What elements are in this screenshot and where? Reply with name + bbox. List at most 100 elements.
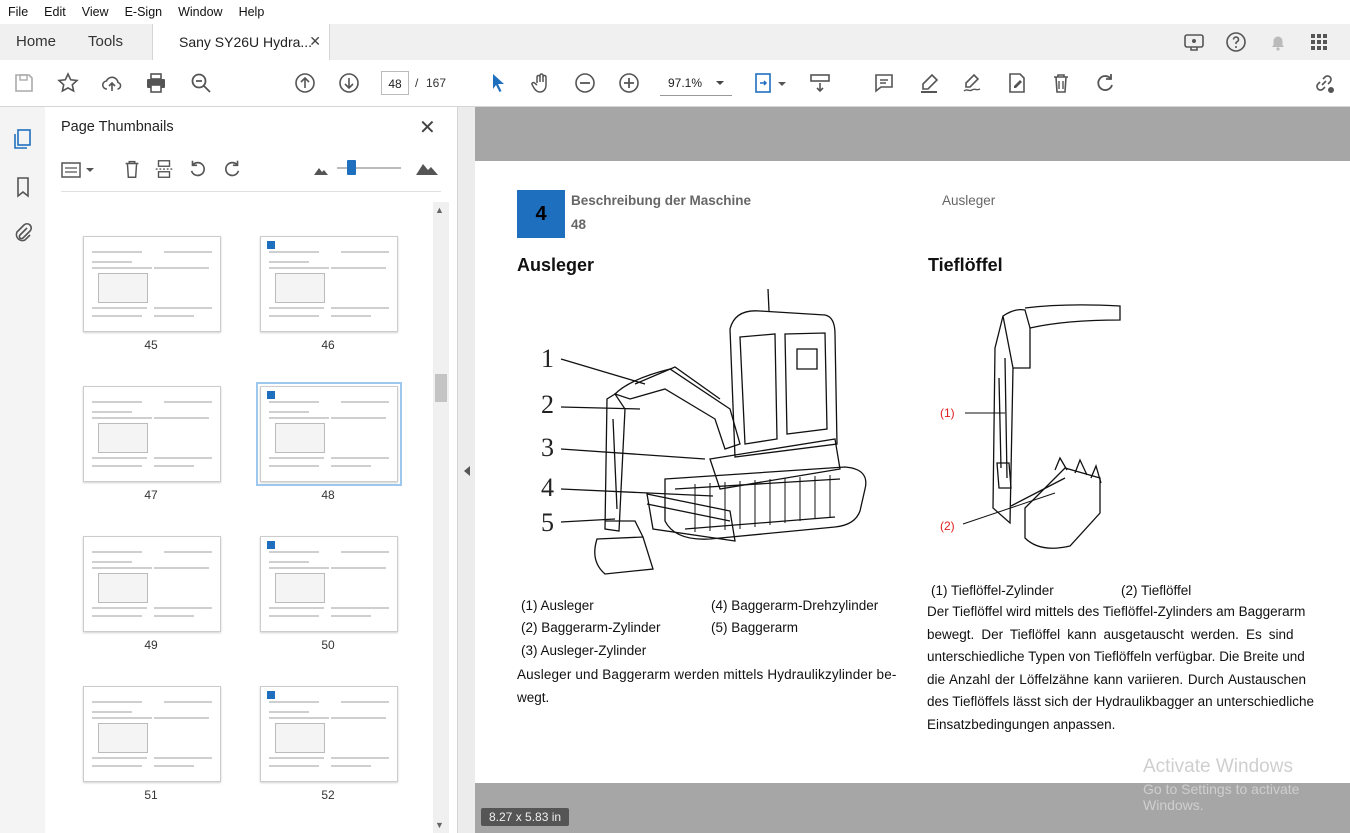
bookmarks-icon[interactable] — [11, 175, 35, 199]
apps-grid-icon[interactable] — [1307, 30, 1331, 54]
hand-tool-icon[interactable] — [529, 71, 553, 95]
thumbnail-text-line — [154, 307, 212, 309]
menu-edit[interactable]: Edit — [36, 5, 74, 19]
print-icon[interactable] — [144, 71, 168, 95]
thumbnail-text-line — [269, 701, 319, 703]
comment-icon[interactable] — [872, 71, 896, 95]
caption-ausleger: (1) Ausleger — [521, 598, 594, 613]
fit-page-dropdown-icon[interactable] — [777, 71, 787, 95]
fit-page-icon[interactable] — [752, 71, 776, 95]
thumbnail-text-line — [269, 307, 324, 309]
notifications-bell-icon[interactable] — [1266, 30, 1290, 54]
right-paragraph-line: unterschiedliche Typen von Tieflöffeln v… — [927, 649, 1305, 664]
scroll-mode-icon[interactable] — [808, 71, 832, 95]
scrollbar-thumb[interactable] — [435, 374, 447, 402]
thumbnail-text-line — [92, 307, 147, 309]
page-thumbnail[interactable] — [83, 686, 221, 782]
page-thumbnail[interactable] — [83, 386, 221, 482]
right-paragraph-line: Der Tieflöffel wird mittels des Tieflöff… — [927, 604, 1306, 619]
thumbnail-text-line — [269, 417, 329, 419]
tools-tab[interactable]: Tools — [88, 24, 123, 60]
thumbnail-text-line — [341, 551, 389, 553]
menu-file[interactable]: File — [0, 5, 36, 19]
thumbnail-text-line — [92, 717, 152, 719]
scroll-down-icon[interactable]: ▼ — [435, 820, 444, 830]
previous-page-icon[interactable] — [293, 71, 317, 95]
zoom-level-value: 97.1% — [668, 76, 703, 90]
slider-thumb[interactable] — [347, 160, 356, 175]
activation-watermark: Activate Windows — [1143, 756, 1293, 777]
delete-pages-icon[interactable] — [121, 158, 143, 180]
panel-splitter[interactable] — [458, 107, 475, 833]
home-tab[interactable]: Home — [16, 24, 56, 60]
menu-window[interactable]: Window — [170, 5, 230, 19]
thumbnail-text-line — [154, 417, 209, 419]
thumbnail-text-line — [92, 417, 152, 419]
thumbnail-page-number: 52 — [321, 788, 335, 802]
thumbnail-page-number: 49 — [144, 638, 158, 652]
thumbnail-text-line — [92, 551, 142, 553]
thumbnail-options-icon[interactable] — [61, 160, 95, 180]
navigation-rail — [0, 107, 46, 833]
select-cursor-icon[interactable] — [486, 71, 510, 95]
thumbnail-size-small-icon[interactable] — [313, 164, 329, 176]
share-link-icon[interactable] — [1312, 71, 1336, 95]
close-tab-icon[interactable]: ✕ — [309, 33, 321, 50]
help-icon[interactable] — [1224, 30, 1248, 54]
page-thumbnail[interactable] — [83, 536, 221, 632]
section-header: Ausleger — [942, 193, 996, 208]
thumbnail-text-line — [331, 615, 371, 617]
zoom-in-icon[interactable] — [617, 71, 641, 95]
attachments-paperclip-icon[interactable] — [11, 221, 35, 245]
zoom-out-icon[interactable] — [573, 71, 597, 95]
collapse-panel-icon[interactable] — [462, 465, 471, 477]
thumbnail-page-number: 50 — [321, 638, 335, 652]
thumbnail-text-line — [154, 315, 194, 317]
thumbnail-text-line — [331, 457, 389, 459]
rotate-counterclockwise-icon[interactable] — [187, 158, 209, 180]
page-thumbnail[interactable] — [260, 236, 398, 332]
save-icon[interactable] — [12, 71, 36, 95]
right-paragraph-line: die Anzahl der Löffelzähne kann variiere… — [927, 671, 1306, 687]
thumbnail-text-line — [92, 251, 142, 253]
bookmark-star-icon[interactable] — [56, 71, 80, 95]
thumbnail-text-line — [92, 267, 152, 269]
right-heading: Tieflöffel — [928, 255, 1003, 275]
menu-help[interactable]: Help — [231, 5, 273, 19]
menu-esign[interactable]: E-Sign — [117, 5, 171, 19]
thumbnail-text-line — [92, 465, 142, 467]
page-thumbnail[interactable] — [260, 536, 398, 632]
rotate-clockwise-icon[interactable] — [221, 158, 243, 180]
thumbnail-text-line — [331, 717, 386, 719]
page-thumbnail[interactable] — [83, 236, 221, 332]
document-tab[interactable]: Sany SY26U Hydra... ✕ — [152, 24, 330, 60]
thumbnail-chapter-marker — [267, 541, 275, 549]
next-page-icon[interactable] — [337, 71, 361, 95]
thumbnail-text-line — [164, 401, 212, 403]
page-number-input[interactable]: 48 — [381, 71, 409, 95]
page-thumbnail[interactable] — [256, 382, 402, 486]
extract-pages-icon[interactable] — [153, 158, 175, 180]
thumbnail-text-line — [92, 757, 147, 759]
zoom-search-icon[interactable] — [189, 71, 213, 95]
thumbnail-text-line — [92, 567, 152, 569]
redo-rotate-icon[interactable] — [1093, 71, 1117, 95]
zoom-level-select[interactable]: 97.1% — [660, 71, 732, 96]
highlight-pen-icon[interactable] — [917, 71, 941, 95]
menu-view[interactable]: View — [74, 5, 117, 19]
thumbnail-text-line — [341, 701, 389, 703]
thumbnail-page-number: 47 — [144, 488, 158, 502]
close-panel-icon[interactable]: ✕ — [419, 115, 436, 140]
edit-document-icon[interactable] — [1005, 71, 1029, 95]
figure-label-5: 5 — [541, 508, 554, 537]
page-thumbnails-icon[interactable] — [11, 127, 35, 151]
thumbnail-scrollbar[interactable]: ▲ ▼ — [433, 202, 449, 833]
share-screen-icon[interactable] — [1182, 30, 1206, 54]
page-thumbnail[interactable] — [260, 686, 398, 782]
thumbnail-size-large-icon[interactable] — [415, 160, 439, 176]
cloud-upload-icon[interactable] — [100, 71, 124, 95]
scroll-up-icon[interactable]: ▲ — [435, 205, 444, 215]
draw-signature-icon[interactable] — [960, 71, 984, 95]
delete-trash-icon[interactable] — [1049, 71, 1073, 95]
thumbnail-text-line — [331, 567, 386, 569]
